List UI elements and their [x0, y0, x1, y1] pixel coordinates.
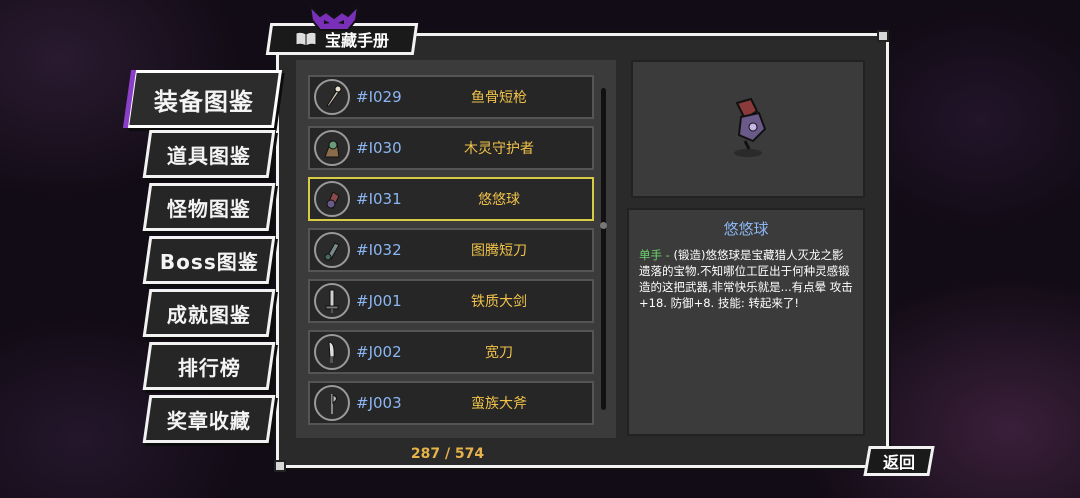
axe-icon — [314, 385, 350, 421]
item-id: #I030 — [356, 139, 402, 157]
hand-type: 单手 - — [639, 248, 670, 262]
item-id: #J001 — [356, 292, 402, 310]
list-item[interactable]: #J003 蛮族大斧 — [308, 381, 594, 425]
tab-boss-codex[interactable]: Boss图鉴 — [142, 236, 276, 284]
tab-monster-codex[interactable]: 怪物图鉴 — [142, 183, 276, 231]
tab-achievement-codex[interactable]: 成就图鉴 — [142, 289, 276, 337]
back-label: 返回 — [882, 453, 915, 472]
yoyo-weapon-icon — [734, 97, 767, 157]
nav-label: Boss图鉴 — [159, 249, 259, 274]
item-preview — [631, 60, 865, 198]
nav-label: 怪物图鉴 — [167, 196, 251, 221]
item-id: #I032 — [356, 241, 402, 259]
wood-spirit-icon — [314, 130, 350, 166]
tab-medal-collection[interactable]: 奖章收藏 — [142, 395, 276, 443]
item-detail-body: 单手 - (锻造)悠悠球是宝藏猎人灭龙之影遗落的宝物.不知哪位工匠出于何种灵感锻… — [639, 247, 853, 311]
list-item[interactable]: #J002 宽刀 — [308, 330, 594, 374]
back-button[interactable]: 返回 — [863, 446, 935, 476]
item-name: 宽刀 — [485, 345, 513, 361]
tab-item-codex[interactable]: 道具图鉴 — [142, 130, 276, 178]
item-name: 悠悠球 — [478, 192, 520, 208]
item-detail-text: (锻造)悠悠球是宝藏猎人灭龙之影遗落的宝物.不知哪位工匠出于何种灵感锻造的这把武… — [639, 248, 853, 310]
nav-label: 道具图鉴 — [167, 143, 251, 168]
item-detail-name: 悠悠球 — [723, 220, 769, 238]
list-item[interactable]: #I031 悠悠球 — [308, 177, 594, 221]
tab-leaderboard[interactable]: 排行榜 — [142, 342, 276, 390]
frame-corner — [274, 460, 286, 472]
spear-icon — [314, 79, 350, 115]
tab-equipment-codex[interactable]: 装备图鉴 — [125, 70, 283, 128]
list-item[interactable]: #I029 鱼骨短枪 — [308, 75, 594, 119]
nav-label: 排行榜 — [177, 355, 241, 380]
item-name: 铁质大剑 — [471, 294, 527, 310]
nav-label: 装备图鉴 — [154, 87, 254, 116]
scroll-thumb[interactable] — [600, 222, 607, 229]
nav-label: 成就图鉴 — [167, 302, 251, 327]
item-id: #J003 — [356, 394, 402, 412]
book-icon — [295, 31, 317, 47]
demon-head-icon — [308, 4, 360, 31]
item-name: 木灵守护者 — [464, 141, 534, 157]
item-description-panel: 悠悠球 单手 - (锻造)悠悠球是宝藏猎人灭龙之影遗落的宝物.不知哪位工匠出于何… — [627, 208, 865, 436]
list-item[interactable]: #I032 图腾短刀 — [308, 228, 594, 272]
item-id: #I029 — [356, 88, 402, 106]
greatsword-icon — [314, 283, 350, 319]
item-name: 蛮族大斧 — [471, 396, 527, 412]
list-scrollbar[interactable] — [601, 88, 606, 410]
list-item[interactable]: #J001 铁质大剑 — [308, 279, 594, 323]
totem-dagger-icon — [314, 232, 350, 268]
broadblade-icon — [314, 334, 350, 370]
item-name: 鱼骨短枪 — [471, 90, 527, 106]
item-name: 图腾短刀 — [471, 243, 527, 259]
page-counter: 287 / 574 — [410, 446, 485, 462]
yoyo-icon — [314, 181, 350, 217]
list-item[interactable]: #I030 木灵守护者 — [308, 126, 594, 170]
item-id: #J002 — [356, 343, 402, 361]
frame-corner — [877, 30, 889, 42]
nav-label: 奖章收藏 — [167, 408, 251, 433]
item-id: #I031 — [356, 190, 402, 208]
